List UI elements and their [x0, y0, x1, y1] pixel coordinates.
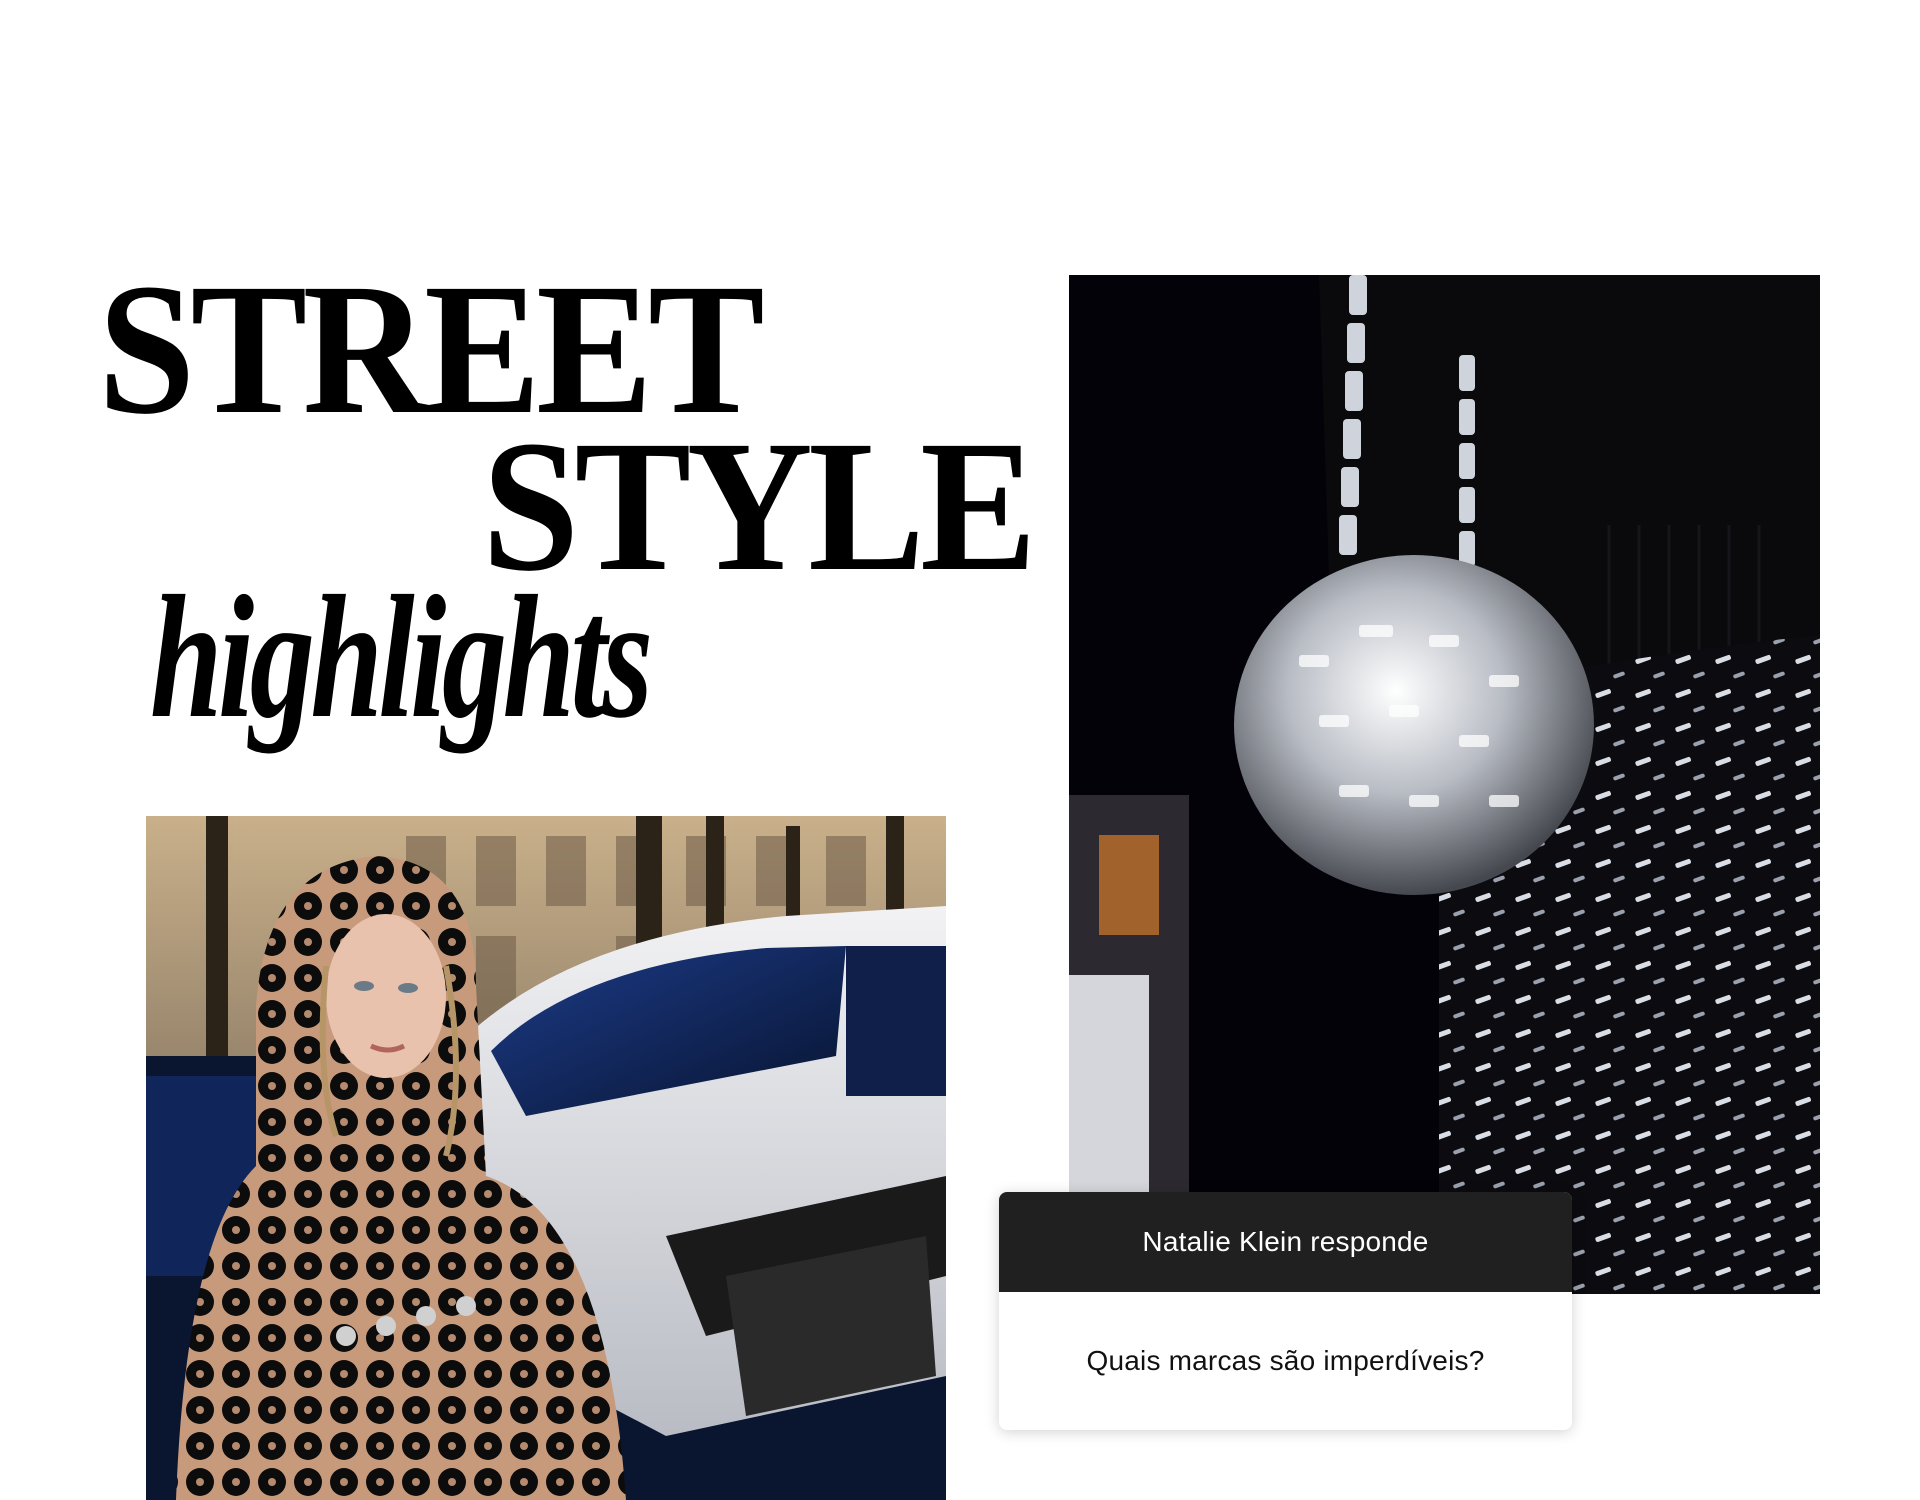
disco-bag-photo-illustration — [1069, 275, 1820, 1294]
qa-card-header: Natalie Klein responde — [999, 1192, 1572, 1292]
street-style-photo — [146, 816, 946, 1500]
qa-card-question: Quais marcas são imperdíveis? — [1086, 1345, 1485, 1376]
headline-highlights: highlights — [150, 560, 653, 755]
qa-card[interactable]: Natalie Klein responde Quais marcas são … — [999, 1192, 1572, 1430]
street-style-photo-illustration — [146, 816, 946, 1500]
disco-bag-photo — [1069, 275, 1820, 1294]
